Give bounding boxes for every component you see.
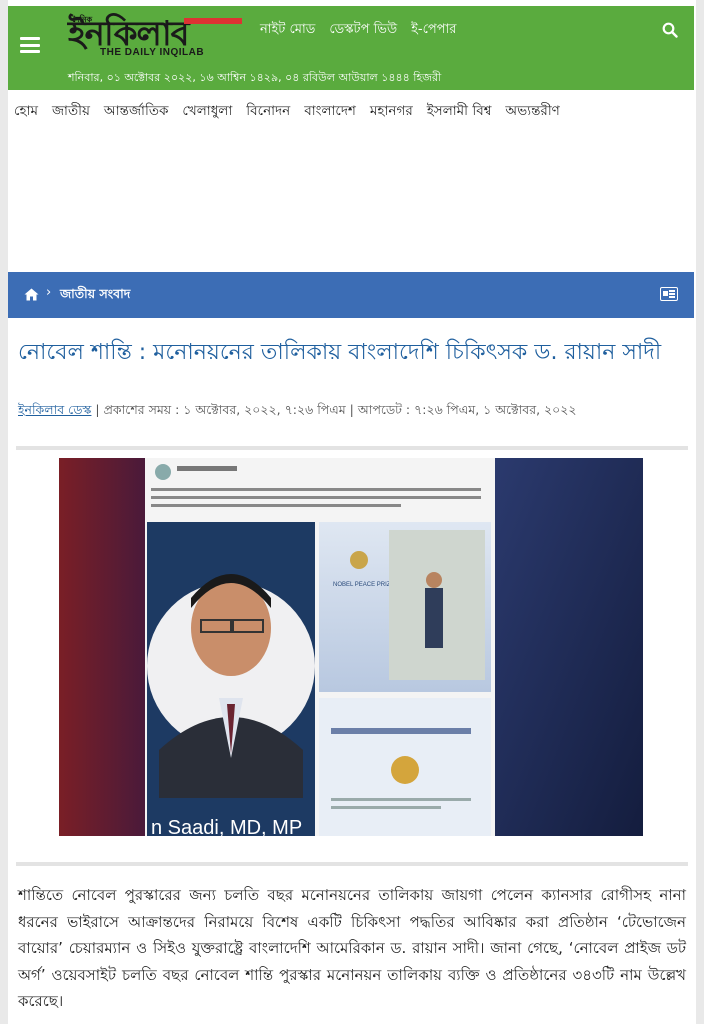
e-paper-link[interactable]: ই-পেপার (411, 20, 456, 41)
nav-item-international[interactable]: আন্তর্জাতিক (104, 100, 168, 122)
breadcrumb: › জাতীয় সংবাদ (8, 272, 694, 318)
right-gutter (696, 0, 704, 1024)
nav-item-bangladesh[interactable]: বাংলাদেশ (304, 100, 356, 122)
logo-sub-text: THE DAILY INQILAB (100, 47, 205, 58)
site-logo[interactable]: দৈনিক ইনকিলাব THE DAILY INQILAB (66, 12, 244, 62)
desktop-view-link[interactable]: ডেস্কটপ ভিউ (329, 20, 397, 41)
category-nav: হোম জাতীয় আন্তর্জাতিক খেলাধুলা বিনোদন ব… (8, 100, 694, 122)
nav-item-metropolis[interactable]: মহানগর (370, 100, 413, 122)
breadcrumb-separator: › (46, 285, 52, 300)
article-body: শান্তিতে নোবেল পুরস্কারের জন্য চলতি বছর … (18, 886, 686, 1010)
left-gutter (0, 0, 8, 1024)
nav-item-national[interactable]: জাতীয় (52, 100, 90, 122)
image-name-caption: n Saadi, MD, MP (151, 817, 302, 836)
search-icon[interactable] (662, 22, 678, 38)
nav-item-domestic[interactable]: অভ্যন্তরীণ (505, 100, 559, 122)
breadcrumb-category-link[interactable]: জাতীয় সংবাদ (60, 286, 130, 306)
nav-item-entertainment[interactable]: বিনোদন (246, 100, 290, 122)
header-links: নাইট মোড ডেস্কটপ ভিউ ই-পেপার (260, 20, 456, 41)
featured-image-frame: n Saadi, MD, MP NOBEL PEACE PRIZE NOMINE… (16, 446, 688, 866)
featured-image[interactable]: n Saadi, MD, MP NOBEL PEACE PRIZE NOMINE… (59, 458, 643, 836)
nav-item-islamic-world[interactable]: ইসলামী বিশ্ব (427, 100, 492, 122)
news-list-icon[interactable] (660, 287, 678, 301)
home-icon[interactable] (24, 288, 39, 301)
header-dateline: শনিবার, ০১ অক্টোবর ২০২২, ১৬ আশ্বিন ১৪২৯,… (68, 71, 442, 84)
hamburger-menu-icon[interactable] (20, 37, 40, 53)
night-mode-link[interactable]: নাইট মোড (260, 20, 315, 41)
nav-item-sports[interactable]: খেলাধুলা (182, 100, 232, 122)
nav-item-home[interactable]: হোম (14, 100, 38, 122)
article-meta: ইনকিলাব ডেস্ক | প্রকাশের সময় : ১ অক্টোব… (18, 402, 577, 422)
site-header: দৈনিক ইনকিলাব THE DAILY INQILAB নাইট মোড… (8, 6, 694, 90)
page: দৈনিক ইনকিলাব THE DAILY INQILAB নাইট মোড… (0, 0, 704, 1024)
logo-red-tag (184, 18, 242, 24)
article-headline: নোবেল শান্তি : মনোনয়নের তালিকায় বাংলাদ… (18, 340, 662, 365)
publish-info: | প্রকাশের সময় : ১ অক্টোবর, ২০২২, ৭:২৬ … (91, 402, 577, 417)
author-link[interactable]: ইনকিলাব ডেস্ক (18, 402, 91, 417)
ad-space (8, 124, 694, 272)
